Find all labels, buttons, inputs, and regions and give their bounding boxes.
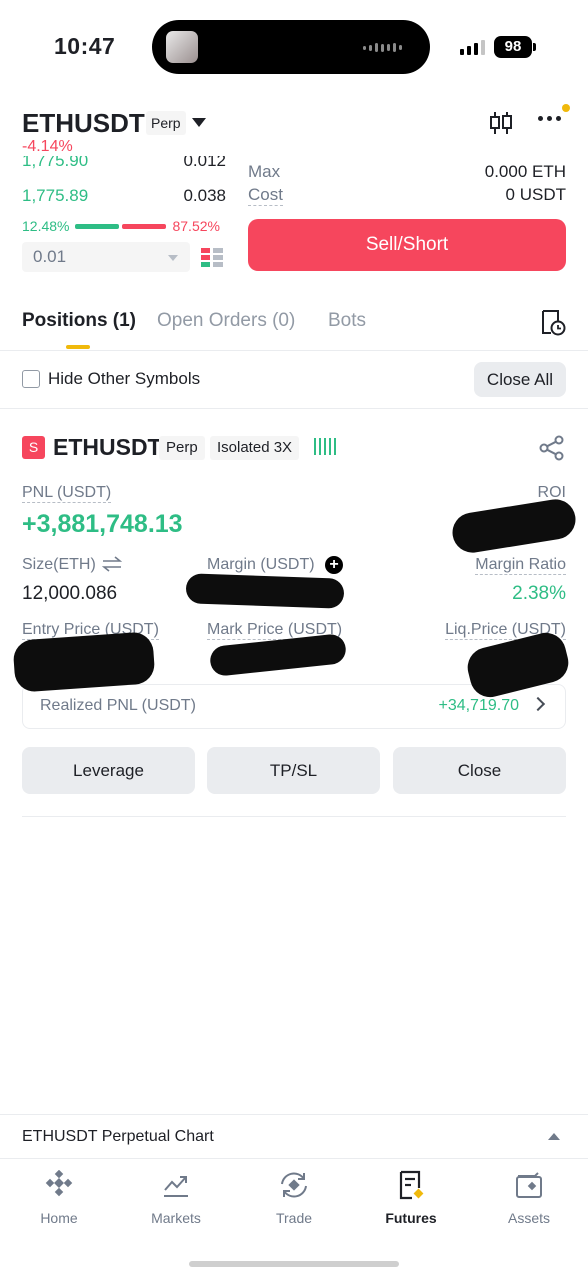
tab-positions[interactable]: Positions (1) xyxy=(22,310,136,332)
divider xyxy=(22,816,566,817)
close-all-button[interactable]: Close All xyxy=(474,362,566,397)
dynamic-island xyxy=(152,20,430,74)
assets-icon xyxy=(516,1172,542,1198)
contract-type-tag: Perp xyxy=(146,111,186,135)
size-label: Size(ETH) xyxy=(22,556,96,573)
margin-label: Margin (USDT) xyxy=(207,556,315,573)
redaction-mark xyxy=(185,573,345,609)
more-icon[interactable] xyxy=(538,116,561,121)
nav-futures[interactable]: Futures xyxy=(352,1170,470,1226)
orderbook-row[interactable]: 1,775.89 0.038 xyxy=(22,182,226,210)
now-playing-thumbnail xyxy=(166,31,198,63)
perpetual-chart-toggle[interactable]: ETHUSDT Perpetual Chart xyxy=(22,1128,214,1146)
margin-ratio-label: Margin Ratio xyxy=(475,556,566,575)
futures-icon xyxy=(399,1170,424,1200)
max-row: Max 0.000 ETH xyxy=(248,162,566,181)
hide-other-symbols-label[interactable]: Hide Other Symbols xyxy=(48,369,200,389)
candlestick-chart-icon[interactable] xyxy=(488,110,514,136)
divider xyxy=(0,350,588,351)
symbol-title[interactable]: ETHUSDT xyxy=(22,108,145,139)
margin-ratio-value: 2.38% xyxy=(512,583,566,604)
leverage-button[interactable]: Leverage xyxy=(22,747,195,794)
home-icon xyxy=(45,1170,73,1197)
buy-sell-ratio: 12.48% 87.52% xyxy=(22,218,226,234)
chevron-right-icon xyxy=(530,696,546,712)
orderbook-layout-icon[interactable] xyxy=(200,245,224,269)
symbol-dropdown-icon[interactable] xyxy=(192,118,206,127)
hide-other-symbols-checkbox[interactable] xyxy=(22,370,40,388)
chevron-up-icon[interactable] xyxy=(548,1133,560,1140)
divider xyxy=(0,408,588,409)
share-icon[interactable] xyxy=(539,435,565,461)
sell-short-button[interactable]: Sell/Short xyxy=(248,219,566,271)
swap-unit-icon[interactable] xyxy=(102,556,122,572)
markets-icon xyxy=(164,1176,188,1197)
pnl-label: PNL (USDT) xyxy=(22,484,112,503)
active-tab-indicator xyxy=(66,345,90,349)
price-change: -4.14% xyxy=(22,138,73,155)
margin-mode-tag: Isolated 3X xyxy=(210,436,300,460)
position-symbol[interactable]: ETHUSDT xyxy=(53,434,162,461)
realized-pnl-value: +34,719.70 xyxy=(438,697,519,714)
position-type-tag: Perp xyxy=(159,436,205,460)
redaction-mark xyxy=(449,496,579,556)
orderbook-row[interactable]: 1,775.90 0.012 xyxy=(22,156,226,178)
cellular-signal-icon xyxy=(460,40,485,55)
redaction-mark xyxy=(12,631,156,693)
nav-home[interactable]: Home xyxy=(0,1170,118,1226)
home-indicator[interactable] xyxy=(189,1261,399,1267)
realized-pnl-label: Realized PNL (USDT) xyxy=(40,697,196,714)
nav-trade[interactable]: Trade xyxy=(235,1170,353,1226)
sell-ratio-bar xyxy=(122,223,167,229)
close-position-button[interactable]: Close xyxy=(393,747,566,794)
notification-dot xyxy=(562,104,570,112)
order-history-icon[interactable] xyxy=(540,309,566,337)
sell-ratio: 87.52% xyxy=(172,218,220,234)
side-badge: S xyxy=(22,436,45,459)
tpsl-button[interactable]: TP/SL xyxy=(207,747,380,794)
buy-ratio: 12.48% xyxy=(22,218,70,234)
buy-ratio-bar xyxy=(75,223,120,229)
cost-label: Cost xyxy=(248,185,283,206)
nav-assets[interactable]: Assets xyxy=(470,1170,588,1226)
battery-icon: 98 xyxy=(494,36,532,58)
precision-select[interactable]: 0.01 xyxy=(22,242,190,272)
pnl-value: +3,881,748.13 xyxy=(22,510,183,538)
nav-markets[interactable]: Markets xyxy=(117,1170,235,1226)
add-margin-icon[interactable]: + xyxy=(325,556,343,574)
trade-icon xyxy=(281,1172,307,1198)
divider xyxy=(0,1114,588,1115)
tab-open-orders[interactable]: Open Orders (0) xyxy=(157,310,295,332)
battery-nub xyxy=(533,43,536,51)
signal-strength-icon xyxy=(314,438,336,455)
audio-wave-icon xyxy=(363,43,402,52)
status-time: 10:47 xyxy=(54,33,116,59)
chevron-down-icon xyxy=(168,255,178,261)
divider xyxy=(0,1158,588,1159)
cost-value: 0 USDT xyxy=(505,185,566,204)
size-value: 12,000.086 xyxy=(22,583,118,604)
tab-bots[interactable]: Bots xyxy=(328,310,366,332)
